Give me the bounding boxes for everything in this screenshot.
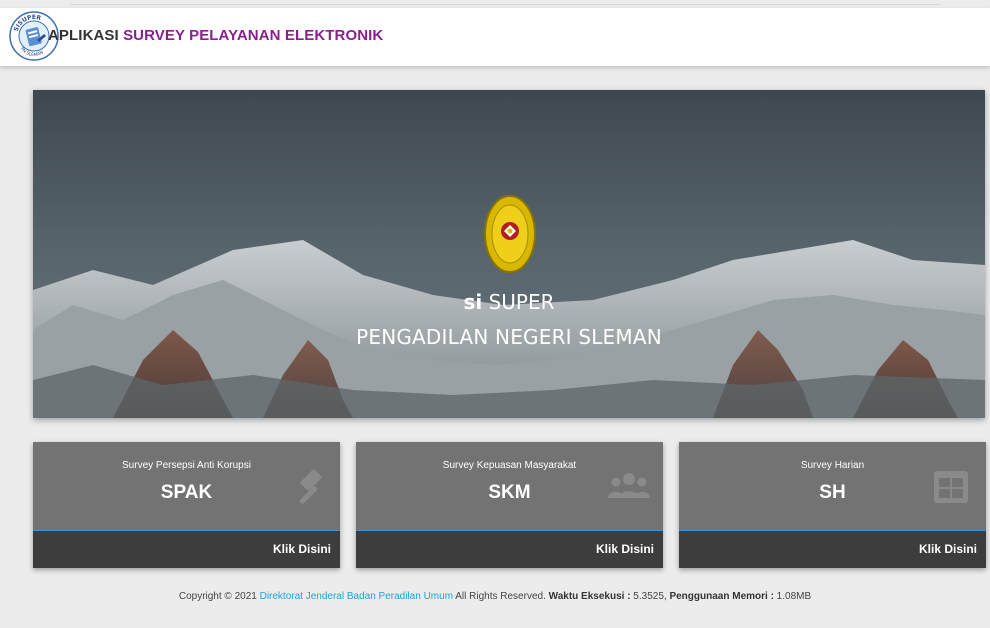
card-link-skm[interactable]: Klik Disini (596, 542, 654, 556)
memory-value: 1.08MB (773, 591, 812, 602)
app-title: APLIKASI SURVEY PELAYANAN ELEKTRONIK (48, 27, 383, 44)
users-icon (608, 473, 650, 498)
exec-time-label: Waktu Eksekusi : (548, 591, 631, 602)
survey-card-sh[interactable]: Survey Harian SH Klik Disini (679, 442, 986, 568)
survey-card-spak[interactable]: Survey Persepsi Anti Korupsi SPAK Klik D… (33, 442, 340, 568)
card-link-sh[interactable]: Klik Disini (919, 542, 977, 556)
hero-subtitle: PENGADILAN NEGERI SLEMAN (356, 325, 662, 349)
app-title-rest: SURVEY PELAYANAN ELEKTRONIK (118, 27, 384, 44)
card-footer[interactable]: Klik Disini (679, 530, 986, 568)
card-link-spak[interactable]: Klik Disini (273, 542, 331, 556)
card-footer[interactable]: Klik Disini (33, 530, 340, 568)
exec-time-value: 5.3525, (630, 591, 670, 602)
memory-label: Penggunaan Memori : (669, 591, 774, 602)
hero-title-bold: si (463, 290, 483, 314)
survey-card-skm[interactable]: Survey Kepuasan Masyarakat SKM Klik Disi… (356, 442, 663, 568)
app-header: SISUPER PN SLEMAN APLIKASI SURVEY PELAYA… (0, 8, 990, 66)
top-divider (70, 4, 940, 5)
hero-title-rest: SUPER (482, 290, 555, 314)
copyright-footer: Copyright © 2021 Direktorat Jenderal Bad… (0, 591, 990, 602)
court-emblem-icon (484, 195, 536, 273)
app-title-prefix: APLIKASI (48, 27, 119, 44)
rights-text: All Rights Reserved. (453, 591, 549, 602)
hero-title: si SUPER (33, 290, 985, 314)
org-link[interactable]: Direktorat Jenderal Badan Peradilan Umum (260, 591, 453, 602)
grid-icon (934, 471, 968, 503)
copyright-prefix: Copyright © 2021 (178, 591, 260, 602)
hero-banner: si SUPER PENGADILAN NEGERI SLEMAN (33, 90, 985, 418)
gavel-icon (299, 469, 322, 504)
card-footer[interactable]: Klik Disini (356, 530, 663, 568)
